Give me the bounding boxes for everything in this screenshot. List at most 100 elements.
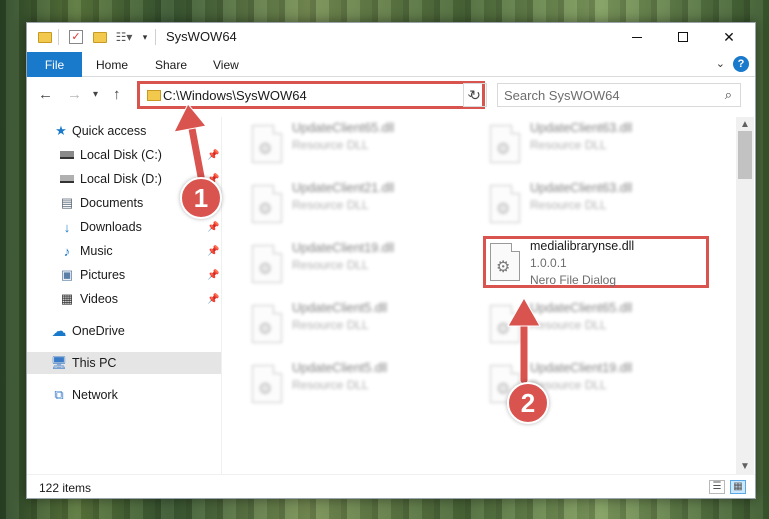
search-input[interactable] (504, 87, 704, 103)
sidebar-item-label: This PC (72, 356, 117, 370)
toolbar-dropdown-icon[interactable]: ▾ (139, 28, 151, 46)
expand-ribbon-icon[interactable]: ⌄ (716, 57, 725, 70)
vertical-scrollbar[interactable]: ▲ ▼ (736, 117, 754, 474)
navigation-bar: ← → ▾ ↑ C:\Windows\SysWOW64 ⌄ ↻ ⌕ (27, 78, 755, 112)
file-type: Resource DLL (530, 138, 607, 152)
file-version: 1.0.0.1 (530, 256, 567, 270)
download-icon: ↓ (63, 219, 71, 235)
file-item[interactable]: ⚙ UpdateClient63.dll Resource DLL (486, 181, 712, 233)
properties-icon[interactable]: ✓ (67, 28, 85, 46)
sidebar-item-label: OneDrive (72, 324, 125, 338)
file-name: medialibrarynse.dll (530, 239, 635, 253)
tab-view[interactable]: View (213, 52, 239, 77)
pin-icon[interactable]: 📌 (207, 246, 219, 257)
file-name: UpdateClient5.dll (292, 361, 388, 375)
sidebar-item-downloads[interactable]: ↓ Downloads 📌 (27, 216, 221, 238)
refresh-button[interactable]: ↻ (463, 83, 487, 107)
folder-icon[interactable] (36, 28, 54, 46)
customize-toolbar-icon[interactable]: ☷▾ (113, 28, 135, 46)
network-icon: ⧉ (54, 387, 64, 402)
sidebar-item-label: Quick access (72, 124, 147, 138)
drive-icon (59, 172, 75, 186)
dll-file-icon: ⚙ (490, 305, 520, 343)
document-icon: ▤ (60, 195, 74, 210)
file-name: UpdateClient65.dll (530, 301, 633, 315)
tab-share[interactable]: Share (155, 52, 187, 77)
cloud-icon: ☁ (51, 323, 67, 340)
file-description: Nero File Dialog (530, 273, 617, 287)
sidebar-item-videos[interactable]: ▦ Videos 📌 (27, 288, 221, 310)
step-1-badge: 1 (180, 177, 222, 219)
close-button[interactable]: ✕ (706, 23, 752, 51)
sidebar-item-network[interactable]: ⧉ Network (27, 384, 221, 406)
minimize-icon (632, 36, 642, 38)
sidebar-item-label: Videos (80, 292, 118, 306)
maximize-button[interactable] (660, 23, 706, 51)
sidebar-item-music[interactable]: ♪ Music 📌 (27, 240, 221, 262)
step-2-badge: 2 (507, 382, 549, 424)
scroll-down-icon[interactable]: ▼ (740, 461, 750, 472)
up-arrow-icon[interactable]: ↑ (113, 86, 121, 103)
sidebar-item-label: Local Disk (D:) (80, 172, 162, 186)
window-title: SysWOW64 (166, 29, 237, 44)
help-icon[interactable]: ? (733, 56, 749, 72)
sidebar-item-pictures[interactable]: ▣ Pictures 📌 (27, 264, 221, 286)
search-icon[interactable]: ⌕ (725, 87, 732, 103)
sidebar-item-label: Network (72, 388, 118, 402)
address-bar[interactable]: C:\Windows\SysWOW64 ⌄ (137, 81, 485, 109)
file-item[interactable]: ⚙ UpdateClient63.dll Resource DLL (486, 121, 712, 173)
file-name: UpdateClient19.dll (530, 361, 633, 375)
details-view-icon[interactable]: ☰ (709, 480, 725, 494)
file-name: UpdateClient63.dll (530, 121, 633, 135)
sidebar-item-label: Documents (80, 196, 144, 210)
sidebar-item-local-disk-c[interactable]: Local Disk (C:) 📌 (27, 144, 221, 166)
file-item[interactable]: ⚙ UpdateClient5.dll Resource DLL (248, 361, 474, 413)
sidebar-item-this-pc[interactable]: 🖥 This PC (27, 352, 221, 374)
file-name: UpdateClient65.dll (292, 121, 395, 135)
file-name: UpdateClient5.dll (292, 301, 388, 315)
dll-file-icon: ⚙ (252, 305, 282, 343)
dll-file-icon: ⚙ (252, 125, 282, 163)
dll-file-icon: ⚙ (252, 365, 282, 403)
sidebar-item-label: Pictures (80, 268, 126, 282)
file-type: Resource DLL (292, 378, 369, 392)
ribbon-tabs: File Home Share View ⌄ ? (27, 52, 755, 77)
file-item[interactable]: ⚙ UpdateClient21.dll Resource DLL (248, 181, 474, 233)
pin-icon[interactable]: 📌 (207, 294, 219, 305)
music-icon: ♪ (63, 243, 71, 259)
back-arrow-icon[interactable]: ← (38, 86, 53, 103)
file-item[interactable]: ⚙ UpdateClient19.dll Resource DLL (248, 241, 474, 293)
file-type: Resource DLL (530, 198, 607, 212)
dll-file-icon: ⚙ (490, 185, 520, 223)
file-item[interactable]: ⚙ UpdateClient65.dll Resource DLL (486, 301, 712, 353)
status-bar: 122 items ☰ ▦ (27, 474, 755, 498)
large-icons-view-icon[interactable]: ▦ (730, 480, 746, 494)
dll-file-icon: ⚙ (252, 245, 282, 283)
search-box[interactable]: ⌕ (497, 83, 741, 107)
sidebar-item-onedrive[interactable]: ☁ OneDrive (27, 320, 221, 342)
forward-arrow-icon[interactable]: → (67, 86, 82, 103)
file-name: UpdateClient63.dll (530, 181, 633, 195)
file-item[interactable]: ⚙ UpdateClient5.dll Resource DLL (248, 301, 474, 353)
pin-icon[interactable]: 📌 (207, 150, 219, 161)
file-item[interactable]: ⚙ UpdateClient65.dll Resource DLL (248, 121, 474, 173)
pin-icon[interactable]: 📌 (207, 222, 219, 233)
sidebar-item-quick-access[interactable]: ★ Quick access (27, 120, 221, 142)
file-type: Resource DLL (292, 318, 369, 332)
scroll-thumb[interactable] (738, 131, 752, 179)
recent-locations-icon[interactable]: ▾ (93, 89, 98, 100)
minimize-button[interactable] (614, 23, 660, 51)
address-path[interactable]: C:\Windows\SysWOW64 (163, 88, 307, 103)
tab-home[interactable]: Home (96, 52, 128, 77)
file-item-medialibrarynse[interactable]: ⚙ medialibrarynse.dll 1.0.0.1 Nero File … (483, 236, 709, 288)
file-explorer-window: ✓ ☷▾ ▾ SysWOW64 ✕ File Home Share View ⌄… (26, 22, 756, 499)
tab-file[interactable]: File (27, 52, 82, 77)
new-folder-icon[interactable] (91, 28, 109, 46)
pin-icon[interactable]: 📌 (207, 270, 219, 281)
navigation-pane: ★ Quick access Local Disk (C:) 📌 Local D… (27, 117, 221, 474)
dll-file-icon: ⚙ (490, 125, 520, 163)
refresh-icon: ↻ (469, 86, 481, 103)
dll-file-icon: ⚙ (490, 243, 520, 281)
item-count: 122 items (39, 481, 92, 495)
scroll-up-icon[interactable]: ▲ (740, 119, 750, 130)
